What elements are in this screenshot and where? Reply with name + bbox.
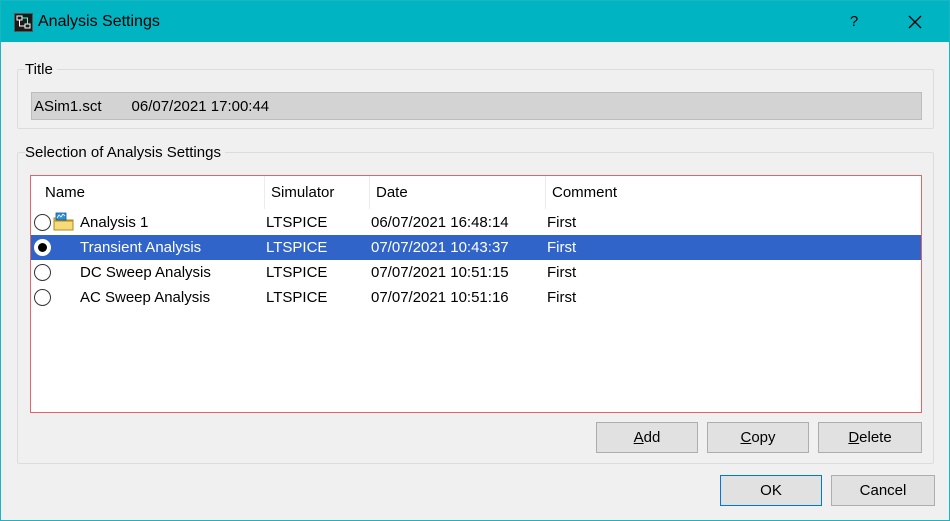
row-name: AC Sweep Analysis — [80, 289, 211, 306]
column-header-date[interactable]: Date — [370, 176, 546, 209]
row-comment: First — [547, 264, 577, 281]
ok-button[interactable]: OK — [720, 475, 822, 506]
row-simulator: LTSPICE — [266, 264, 328, 281]
list-item[interactable]: Analysis 1 LTSPICE 06/07/2021 16:48:14 F… — [31, 210, 921, 235]
add-button[interactable]: Add — [596, 422, 698, 453]
copy-button-accel: C — [740, 429, 752, 446]
row-simulator: LTSPICE — [266, 214, 328, 231]
row-comment: First — [547, 289, 577, 306]
delete-button-label: elete — [859, 429, 892, 446]
title-timestamp: 06/07/2021 17:00:44 — [131, 97, 270, 115]
title-group-label: Title — [25, 61, 57, 78]
row-name: Transient Analysis — [80, 239, 202, 256]
row-date: 07/07/2021 10:51:15 — [371, 264, 509, 281]
row-radio[interactable] — [34, 214, 51, 231]
row-date: 06/07/2021 16:48:14 — [371, 214, 509, 231]
list-item[interactable]: DC Sweep Analysis LTSPICE 07/07/2021 10:… — [31, 260, 921, 285]
analysis-app-icon — [14, 13, 33, 32]
window-title: Analysis Settings — [38, 13, 160, 30]
list-item-selected[interactable]: Transient Analysis LTSPICE 07/07/2021 10… — [31, 235, 921, 260]
row-comment: First — [547, 239, 577, 256]
analysis-list[interactable]: Name Simulator Date Comment Analysis 1 L… — [30, 175, 922, 413]
column-header-comment[interactable]: Comment — [546, 176, 921, 209]
row-date: 07/07/2021 10:43:37 — [371, 239, 509, 256]
close-button[interactable] — [897, 5, 933, 38]
help-button[interactable]: ? — [839, 5, 869, 38]
title-bar: Analysis Settings ? — [1, 1, 949, 42]
list-header: Name Simulator Date Comment — [31, 176, 921, 209]
title-field: ASim1.sct 06/07/2021 17:00:44 — [31, 92, 922, 120]
row-radio[interactable] — [34, 289, 51, 306]
row-name: Analysis 1 — [80, 214, 149, 231]
cancel-button[interactable]: Cancel — [831, 475, 935, 506]
list-item[interactable]: AC Sweep Analysis LTSPICE 07/07/2021 10:… — [31, 285, 921, 310]
row-comment: First — [547, 214, 577, 231]
delete-button-accel: D — [848, 429, 860, 446]
row-simulator: LTSPICE — [266, 289, 328, 306]
copy-button[interactable]: Copy — [707, 422, 809, 453]
row-radio[interactable] — [34, 264, 51, 281]
row-name: DC Sweep Analysis — [80, 264, 211, 281]
title-file-name: ASim1.sct — [34, 97, 102, 115]
row-date: 07/07/2021 10:51:16 — [371, 289, 509, 306]
add-button-label: dd — [643, 429, 661, 446]
row-simulator: LTSPICE — [266, 239, 328, 256]
selection-group-label: Selection of Analysis Settings — [25, 144, 225, 161]
close-icon — [908, 15, 922, 28]
column-header-name[interactable]: Name — [39, 176, 265, 209]
column-header-simulator[interactable]: Simulator — [265, 176, 370, 209]
copy-button-label: opy — [751, 429, 776, 446]
analysis-settings-dialog: Analysis Settings ? Title ASim1.sct 06/0… — [0, 0, 950, 521]
add-button-accel: A — [633, 429, 644, 446]
analysis-folder-icon — [53, 212, 75, 232]
row-radio[interactable] — [34, 239, 51, 256]
delete-button[interactable]: Delete — [818, 422, 922, 453]
